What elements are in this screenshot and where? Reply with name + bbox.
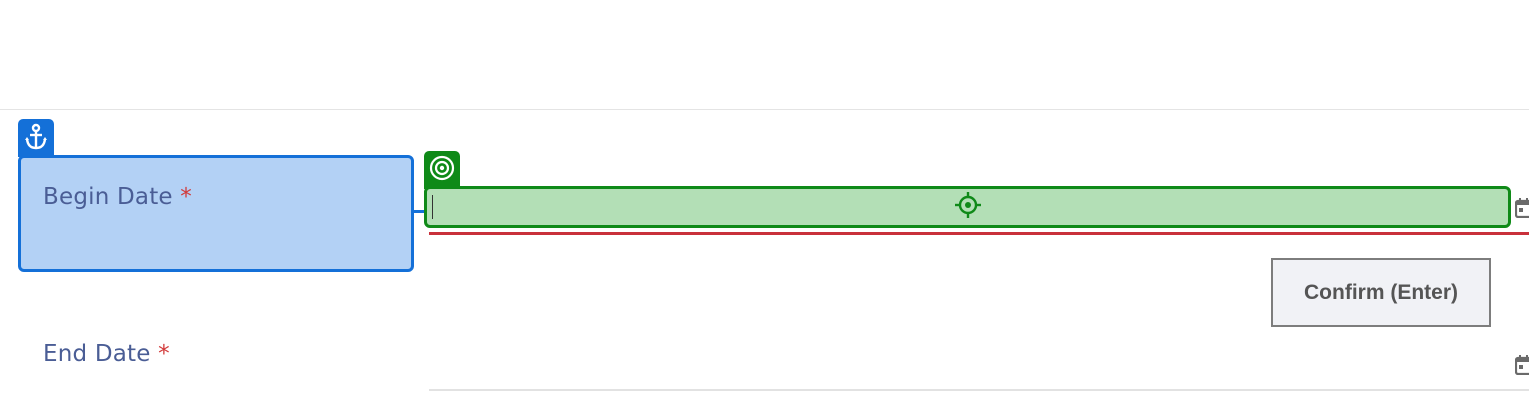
crosshair-icon — [954, 191, 982, 223]
anchor-icon — [23, 119, 49, 155]
calendar-icon[interactable] — [1514, 355, 1529, 376]
end-date-input-underline[interactable] — [429, 389, 1529, 391]
end-date-label: End Date * — [43, 341, 170, 367]
required-mark: * — [158, 341, 170, 367]
confirm-button[interactable]: Confirm (Enter) — [1271, 258, 1491, 327]
text-caret — [432, 195, 433, 219]
begin-date-error-underline — [429, 232, 1529, 235]
date-range-form: Begin Date * Confirm (Enter) End Date * — [0, 0, 1529, 407]
anchor-tag — [18, 119, 54, 157]
begin-date-label-highlight — [18, 155, 414, 272]
begin-date-input[interactable] — [424, 186, 1511, 228]
begin-date-label-text: Begin Date — [43, 184, 173, 210]
calendar-icon[interactable] — [1514, 198, 1529, 219]
required-mark: * — [180, 184, 192, 210]
end-date-label-text: End Date — [43, 341, 151, 367]
target-icon — [428, 151, 456, 186]
begin-date-label: Begin Date * — [43, 184, 192, 210]
target-tag — [424, 151, 460, 189]
top-divider — [0, 109, 1529, 110]
